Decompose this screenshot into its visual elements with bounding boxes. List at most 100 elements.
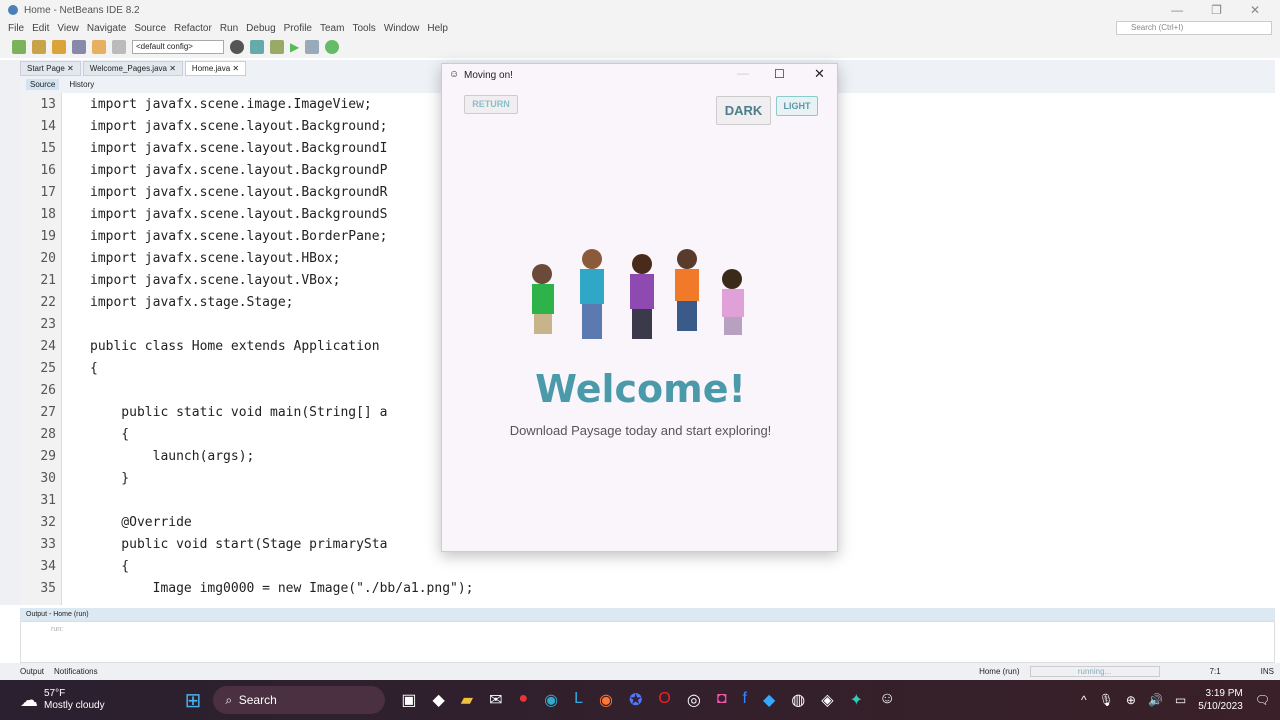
progress-bar: running...	[1029, 666, 1160, 677]
welcome-heading: Welcome!	[535, 367, 746, 411]
menu-edit[interactable]: Edit	[32, 23, 49, 34]
dark-button[interactable]: DARK	[716, 96, 771, 125]
tab-home[interactable]: Home.java ✕	[184, 61, 247, 76]
mail-icon[interactable]: ✉	[489, 690, 502, 710]
maximize-button[interactable]: ❐	[1211, 3, 1222, 17]
app-icon-3[interactable]: ✦	[850, 690, 863, 710]
history-tab[interactable]: History	[69, 80, 94, 89]
menu-team[interactable]: Team	[320, 23, 344, 34]
notifications-tab[interactable]: Notifications	[54, 667, 98, 676]
weather-widget[interactable]: 57°F Mostly cloudy	[44, 688, 105, 712]
taskbar: ☁ 57°F Mostly cloudy ⊞ ⌕ Search ▣ ◆ ▰ ✉ ● ◉ L ◉ ✪…	[0, 680, 1280, 720]
notification-icon[interactable]: 🗨	[1255, 693, 1270, 707]
menu-window[interactable]: Window	[384, 23, 420, 34]
netbeans-logo-icon	[8, 5, 18, 15]
l-app-icon[interactable]: L	[574, 690, 583, 710]
source-tab[interactable]: Source	[26, 79, 60, 90]
code-text: {	[90, 427, 130, 442]
profile-icon[interactable]	[325, 40, 340, 54]
opera-icon[interactable]: O	[658, 690, 670, 710]
line-number: 23	[40, 317, 56, 332]
tab-welcome-pages[interactable]: Welcome_Pages.java ✕	[82, 61, 183, 76]
java-app-icon[interactable]: ☺	[879, 690, 895, 710]
menu-profile[interactable]: Profile	[284, 23, 312, 34]
menu-debug[interactable]: Debug	[246, 23, 275, 34]
microphone-icon[interactable]: 🎙	[1099, 693, 1114, 707]
line-number: 13	[40, 97, 56, 112]
redo-icon[interactable]	[112, 40, 126, 54]
code-text: import javafx.scene.layout.BackgroundS	[90, 207, 388, 222]
menu-refactor[interactable]: Refactor	[174, 23, 212, 34]
output-panel[interactable]: run:	[20, 621, 1275, 663]
clock[interactable]: 3:19 PM 5/10/2023	[1198, 687, 1243, 713]
dialog-maximize-button[interactable]: ☐	[774, 67, 785, 81]
dialog-close-button[interactable]: ✕	[814, 66, 825, 82]
volume-icon[interactable]: 🔊	[1148, 693, 1163, 707]
globe-icon[interactable]	[230, 40, 244, 54]
line-number: 15	[40, 141, 56, 156]
line-number: 20	[40, 251, 56, 266]
menu-run[interactable]: Run	[220, 23, 238, 34]
new-project-icon[interactable]	[12, 40, 26, 54]
task-view-icon[interactable]: ▣	[401, 690, 416, 710]
undo-icon[interactable]	[92, 40, 106, 54]
minimize-button[interactable]: —	[1171, 3, 1183, 17]
taskbar-search[interactable]: ⌕ Search	[213, 686, 386, 714]
clean-build-icon[interactable]	[270, 40, 284, 54]
config-select[interactable]: <default config>	[132, 40, 224, 54]
facebook-icon[interactable]: f	[743, 690, 747, 710]
close-button[interactable]: ✕	[1250, 3, 1260, 17]
ide-search-input[interactable]: Search (Ctrl+I)	[1116, 21, 1272, 35]
line-number: 14	[40, 119, 56, 134]
run-icon[interactable]: ▶	[290, 40, 299, 54]
return-button[interactable]: RETURN	[464, 95, 518, 114]
status-bar: Output Notifications Home (run) running.…	[0, 663, 1280, 680]
menu-tools[interactable]: Tools	[352, 23, 375, 34]
light-button[interactable]: LIGHT	[776, 96, 818, 116]
build-icon[interactable]	[250, 40, 264, 54]
network-icon[interactable]: ⊕	[1126, 693, 1136, 707]
app-icon-2[interactable]: ✪	[629, 690, 642, 710]
menu-help[interactable]: Help	[427, 23, 448, 34]
code-text: launch(args);	[90, 449, 255, 464]
menu-view[interactable]: View	[57, 23, 79, 34]
chrome-icon[interactable]: ◎	[687, 690, 701, 710]
menu-file[interactable]: File	[8, 23, 24, 34]
instagram-icon[interactable]: ◘	[717, 690, 727, 710]
code-text: import javafx.scene.layout.VBox;	[90, 273, 341, 288]
code-line: 34 {	[20, 556, 830, 578]
obs-icon[interactable]: ◍	[791, 690, 805, 710]
virtualbox-icon[interactable]: ◈	[821, 690, 833, 710]
file-explorer-icon[interactable]: ▰	[461, 690, 473, 710]
code-text: }	[90, 471, 130, 486]
twitter-icon[interactable]: ◆	[763, 690, 775, 710]
start-button[interactable]: ⊞	[185, 688, 202, 713]
line-number: 29	[40, 449, 56, 464]
dialog-minimize-button[interactable]: —	[737, 66, 749, 80]
taskbar-apps[interactable]: ▣ ◆ ▰ ✉ ● ◉ L ◉ ✪ O ◎ ◘ f ◆ ◍ ◈ ✦ ☺	[401, 690, 895, 710]
firefox-icon[interactable]: ◉	[599, 690, 613, 710]
menu-navigate[interactable]: Navigate	[87, 23, 126, 34]
teams-icon[interactable]: ◆	[432, 690, 444, 710]
line-number: 26	[40, 383, 56, 398]
debug-icon[interactable]	[305, 40, 320, 54]
code-text: public void start(Stage primarySta	[90, 537, 388, 552]
new-file-icon[interactable]	[32, 40, 46, 54]
edge-icon[interactable]: ◉	[544, 690, 558, 710]
battery-icon[interactable]: ▭	[1175, 693, 1186, 707]
menu-bar: File Edit View Navigate Source Refactor Run Deb…	[0, 20, 1280, 36]
save-all-icon[interactable]	[72, 40, 86, 54]
tab-start-page[interactable]: Start Page ✕	[20, 61, 81, 76]
tray-chevron-icon[interactable]: ^	[1081, 693, 1087, 707]
side-panel-strip[interactable]	[0, 60, 20, 605]
line-number: 19	[40, 229, 56, 244]
line-number: 31	[40, 493, 56, 508]
code-text: import javafx.scene.layout.BorderPane;	[90, 229, 388, 244]
open-project-icon[interactable]	[52, 40, 66, 54]
code-text: public class Home extends Application	[90, 339, 380, 354]
output-tab[interactable]: Output	[20, 667, 44, 676]
record-icon[interactable]: ●	[519, 690, 529, 710]
menu-source[interactable]: Source	[134, 23, 166, 34]
